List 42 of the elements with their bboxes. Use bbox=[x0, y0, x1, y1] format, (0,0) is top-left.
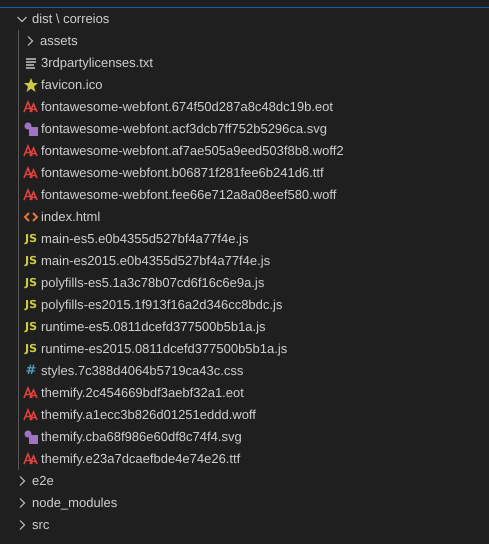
file-item[interactable]: 3rdpartylicenses.txt bbox=[0, 52, 489, 74]
file-item[interactable]: themify.e23a7dcaefbde4e74e26.ttf bbox=[0, 448, 489, 470]
font-file-icon bbox=[23, 385, 39, 401]
js-file-icon: JS bbox=[23, 254, 39, 268]
file-item[interactable]: favicon.ico bbox=[0, 74, 489, 96]
file-item[interactable]: index.html bbox=[0, 206, 489, 228]
js-file-icon: JS bbox=[23, 276, 39, 290]
font-file-icon bbox=[23, 407, 39, 423]
font-file-icon bbox=[23, 165, 39, 181]
file-item[interactable]: # styles.7c388d4064b5719ca43c.css bbox=[0, 360, 489, 382]
file-item[interactable]: fontawesome-webfont.674f50d287a8c48dc19b.eot bbox=[0, 96, 489, 118]
font-file-icon bbox=[23, 143, 39, 159]
folder-item[interactable]: assets bbox=[0, 30, 489, 52]
js-file-icon: JS bbox=[23, 320, 39, 334]
file-item[interactable]: fontawesome-webfont.b06871f281fee6b241d6.ttf bbox=[0, 162, 489, 184]
folder-item[interactable]: src bbox=[0, 514, 489, 536]
file-item[interactable]: JS main-es2015.e0b4355d527bf4a77f4e.js bbox=[0, 250, 489, 272]
file-item[interactable]: themify.2c454669bdf3aebf32a1.eot bbox=[0, 382, 489, 404]
font-file-icon bbox=[23, 451, 39, 467]
folder-item[interactable]: e2e bbox=[0, 470, 489, 492]
file-item[interactable]: JS runtime-es2015.0811dcefd377500b5b1a.js bbox=[0, 338, 489, 360]
text-file-icon bbox=[23, 55, 39, 71]
js-file-icon: JS bbox=[23, 298, 39, 312]
folder-item[interactable]: dist \ correios bbox=[0, 8, 489, 30]
file-item[interactable]: themify.a1ecc3b826d01251eddd.woff bbox=[0, 404, 489, 426]
image-file-icon bbox=[23, 429, 39, 445]
file-item[interactable]: fontawesome-webfont.acf3dcb7ff752b5296ca.svg bbox=[0, 118, 489, 140]
font-file-icon bbox=[23, 99, 39, 115]
file-item[interactable]: fontawesome-webfont.fee66e712a8a08eef580.woff bbox=[0, 184, 489, 206]
file-item[interactable]: fontawesome-webfont.af7ae505a9eed503f8b8.woff2 bbox=[0, 140, 489, 162]
font-file-icon bbox=[23, 187, 39, 203]
file-item[interactable]: JS runtime-es5.0811dcefd377500b5b1a.js bbox=[0, 316, 489, 338]
file-item[interactable]: JS polyfills-es2015.1f913f16a2d346cc8bdc.js bbox=[0, 294, 489, 316]
folder-item[interactable]: node_modules bbox=[0, 492, 489, 514]
js-file-icon: JS bbox=[23, 232, 39, 246]
file-item[interactable]: JS polyfills-es5.1a3c78b07cd6f16c6e9a.js bbox=[0, 272, 489, 294]
js-file-icon: JS bbox=[23, 342, 39, 356]
image-file-icon bbox=[23, 121, 39, 137]
file-item[interactable]: JS main-es5.e0b4355d527bf4a77f4e.js bbox=[0, 228, 489, 250]
file-item[interactable]: themify.cba68f986e60df8c74f4.svg bbox=[0, 426, 489, 448]
css-file-icon: # bbox=[23, 364, 39, 378]
star-icon bbox=[23, 77, 39, 93]
